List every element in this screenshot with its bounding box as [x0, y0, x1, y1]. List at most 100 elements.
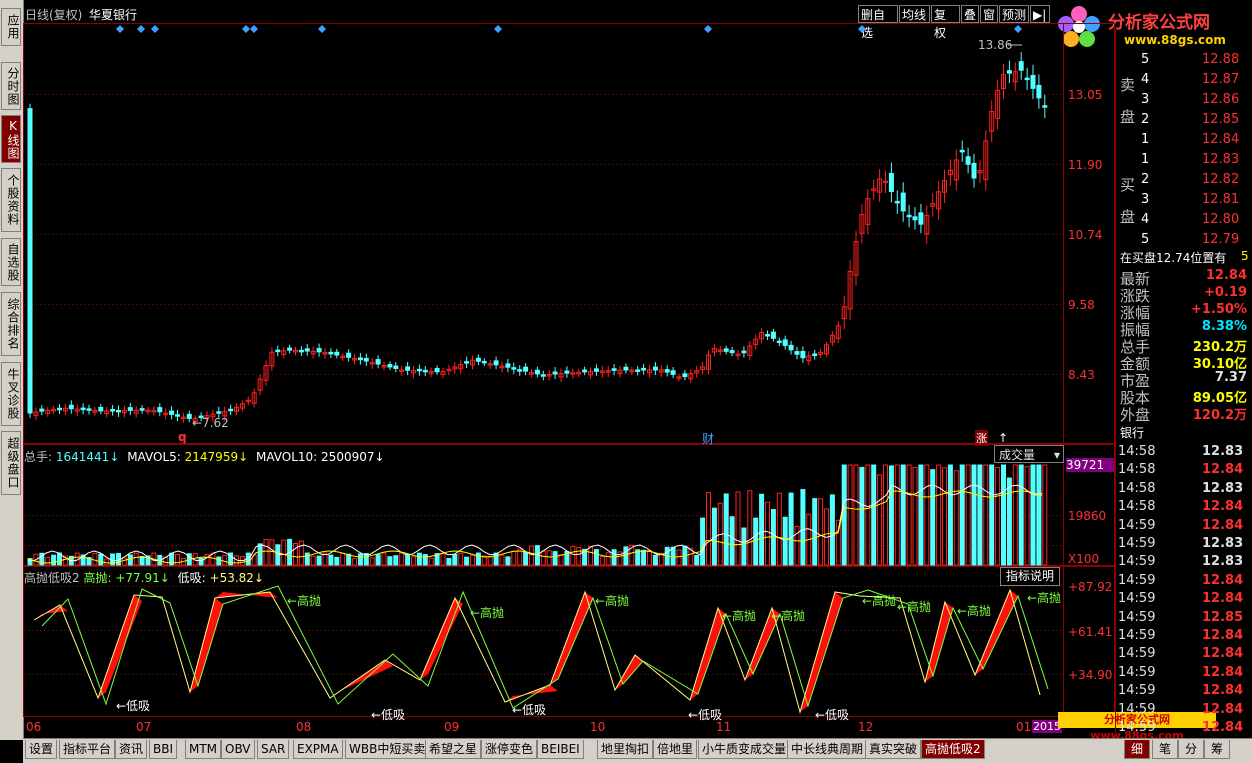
volume-bar: [92, 552, 98, 566]
volume-bar: [51, 554, 57, 566]
event-diamond-icon: [116, 25, 124, 33]
bottom-right-tab-0[interactable]: 细: [1124, 740, 1150, 759]
ind-high-value: +77.91↓: [115, 571, 170, 585]
volume-bar: [947, 464, 953, 566]
volume-bar: [1001, 464, 1006, 566]
candle-body: [110, 409, 116, 412]
bottom-tab-0[interactable]: 设置: [25, 740, 58, 759]
volume-bar: [334, 556, 340, 566]
candle-body: [375, 359, 381, 365]
volume-bar: [281, 539, 287, 566]
candle-body: [228, 408, 234, 412]
bottom-right-tab-1[interactable]: 笔: [1152, 740, 1178, 759]
candle-body: [1006, 70, 1012, 74]
bottom-tab-16[interactable]: 真实突破: [865, 740, 922, 759]
month-tick: 12: [858, 720, 874, 734]
bottom-tab-7[interactable]: EXPMA: [293, 740, 343, 759]
sell-side-label-2: 盘: [1120, 108, 1136, 126]
volume-bar: [759, 493, 765, 566]
candle-body: [405, 366, 411, 371]
bottom-right-tab-3[interactable]: 筹: [1204, 740, 1230, 759]
trade-time: 14:58: [1118, 480, 1156, 496]
candle-body: [98, 406, 104, 412]
month-tick: 10: [590, 720, 606, 734]
volume-bar: [753, 517, 759, 566]
volume-bar: [464, 556, 470, 566]
candle-body: [39, 408, 45, 412]
bottom-tab-1[interactable]: 指标平台: [59, 740, 116, 759]
candle-body: [139, 408, 145, 411]
bottom-tab-11[interactable]: BEIBEI: [537, 740, 584, 759]
candle-body: [782, 339, 788, 346]
kline-chart[interactable]: [0, 0, 1252, 762]
bottom-tab-3[interactable]: BBI: [149, 740, 178, 759]
trade-time: 14:59: [1118, 536, 1156, 551]
bottom-tab-8[interactable]: WBB中短买卖: [345, 740, 430, 759]
candle-body: [918, 212, 924, 225]
month-tick: 06: [26, 720, 42, 734]
sell-price: 12.86: [1202, 92, 1240, 107]
volume-bar: [959, 464, 965, 566]
bottom-tab-10[interactable]: 涨停变色: [481, 740, 538, 759]
buy-signal: ←低吸: [371, 708, 406, 722]
bottom-tab-12[interactable]: 地里掏扣: [597, 740, 654, 759]
volume-bar: [304, 552, 310, 566]
volume-bar: [741, 527, 747, 566]
bottom-tab-15[interactable]: 中长线典周期: [787, 740, 868, 759]
bottom-tab-17[interactable]: 高抛低吸2: [921, 740, 985, 759]
sell-signal: ←高抛: [897, 600, 932, 614]
bottom-tab-6[interactable]: SAR: [257, 740, 290, 759]
high-price-label: 13.86: [978, 38, 1013, 52]
candle-body: [794, 351, 800, 355]
volume-bar: [552, 551, 558, 566]
vol-ma10-value: 2500907↓: [321, 450, 385, 464]
bottom-right-tab-2[interactable]: 分: [1178, 740, 1204, 759]
sell-level: 2: [1141, 112, 1150, 127]
bottom-tab-2[interactable]: 资讯: [115, 740, 148, 759]
candle-body: [971, 162, 977, 179]
sell-price: 12.85: [1202, 112, 1240, 127]
candle-body: [770, 331, 776, 339]
candle-body: [812, 353, 818, 357]
volume-bar: [45, 556, 51, 566]
volume-bar: [340, 552, 346, 566]
volume-bar: [1030, 464, 1036, 566]
marker-limit-up[interactable]: 涨: [975, 430, 988, 446]
ind-axis-3: +34.90: [1068, 668, 1113, 682]
bottom-tab-4[interactable]: MTM: [185, 740, 222, 759]
buy-price: 12.80: [1202, 212, 1240, 227]
volume-bar: [588, 545, 593, 566]
event-diamond-icon: [494, 25, 502, 33]
indicator-select[interactable]: 成交量 ▾: [994, 445, 1064, 463]
buy-price: 12.83: [1202, 152, 1240, 167]
buy-side-label-1: 买: [1120, 176, 1136, 194]
bottom-tab-13[interactable]: 倍地里: [653, 740, 698, 759]
volume-bar: [475, 552, 481, 566]
volume-bar: [918, 464, 924, 566]
candle-body: [275, 349, 281, 353]
volume-bar: [440, 553, 446, 566]
indicator-name: 高抛低吸2: [24, 571, 80, 585]
buy-level: 2: [1141, 172, 1150, 187]
trade-time: 14:59: [1118, 664, 1156, 680]
candle-body: [434, 368, 440, 373]
buy-signal: ←低吸: [815, 708, 850, 722]
candle-body: [328, 351, 334, 355]
bottom-tab-14[interactable]: 小牛质变成交量: [698, 740, 791, 759]
candle-body: [540, 374, 546, 377]
event-diamond-icon: [151, 25, 159, 33]
volume-bar: [800, 489, 806, 566]
marker-finance[interactable]: 财: [702, 430, 714, 447]
candle-body: [959, 149, 965, 153]
volume-bar: [416, 552, 422, 566]
sell-level: 5: [1141, 52, 1150, 67]
ind-axis-2: +61.41: [1068, 625, 1113, 639]
candle-body: [906, 214, 912, 218]
bottom-tab-5[interactable]: OBV: [221, 740, 255, 759]
candle-body: [298, 349, 304, 353]
candle-body: [304, 348, 310, 352]
volume-bar: [127, 554, 133, 566]
bottom-tab-9[interactable]: 希望之星: [425, 740, 482, 759]
volume-bar: [570, 545, 576, 566]
indicator-help-button[interactable]: 指标说明: [1000, 567, 1061, 586]
